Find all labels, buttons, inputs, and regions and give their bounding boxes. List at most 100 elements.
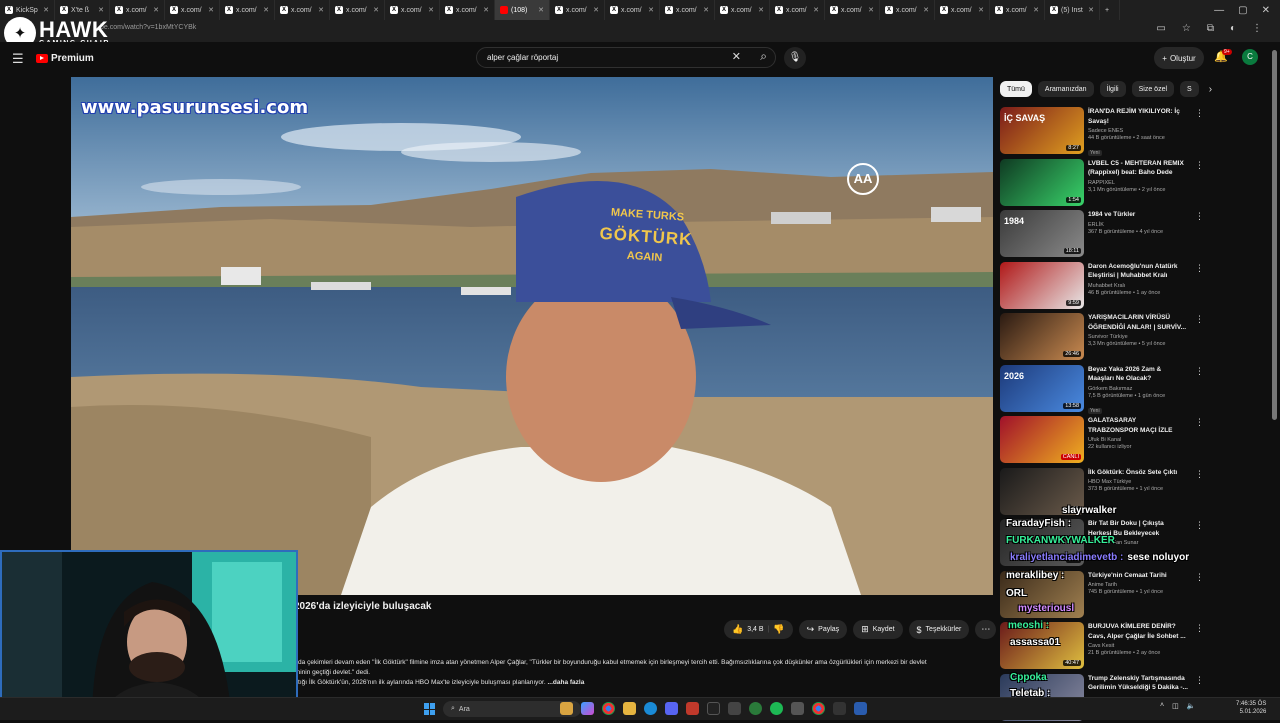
chrome-icon[interactable] <box>602 702 615 715</box>
video-thumbnail[interactable]: CANLI <box>1000 416 1084 463</box>
browser-tab[interactable]: Xx.com/✕ <box>605 0 660 20</box>
more-actions-button[interactable]: ⋯ <box>975 620 996 639</box>
more-options-icon[interactable]: ⋮ <box>1195 263 1204 274</box>
recommended-video[interactable]: 198418:111984 ve TürklerERLİK367 B görün… <box>1000 208 1210 260</box>
create-button[interactable]: + Oluştur <box>1154 47 1204 69</box>
video-thumbnail[interactable]: İÇ SAVAŞ8:27 <box>1000 107 1084 154</box>
bookmark-star-icon[interactable]: ☆ <box>1182 23 1191 34</box>
browser-tab[interactable]: Xx.com/✕ <box>935 0 990 20</box>
app-icon[interactable] <box>686 702 699 715</box>
channel-name[interactable]: ERLİK <box>1088 222 1188 228</box>
show-more-link[interactable]: ...daha fazla <box>547 679 584 686</box>
search-box[interactable]: alper çağlar röportaj ✕ ⌕ <box>476 47 776 68</box>
close-tab-icon[interactable]: ✕ <box>263 6 269 14</box>
video-thumbnail[interactable]: 198418:11 <box>1000 210 1084 257</box>
video-title[interactable]: Daron Acemoğlu'nun Atatürk Eleştirisi | … <box>1088 262 1188 281</box>
close-tab-icon[interactable]: ✕ <box>868 6 874 14</box>
close-tab-icon[interactable]: ✕ <box>648 6 654 14</box>
windows-start-icon[interactable] <box>424 703 436 715</box>
copilot-icon[interactable] <box>581 702 594 715</box>
browser-tab[interactable]: Xx.com/✕ <box>660 0 715 20</box>
system-clock[interactable]: 7:46:35 ÖS 5.01.2026 <box>1236 700 1266 716</box>
recommended-video[interactable]: 9:59Daron Acemoğlu'nun Atatürk Eleştiris… <box>1000 260 1210 312</box>
browser-tab[interactable]: Xx.com/✕ <box>275 0 330 20</box>
close-tab-icon[interactable]: ✕ <box>208 6 214 14</box>
video-thumbnail[interactable]: 202613:58 <box>1000 365 1084 412</box>
video-title[interactable]: BURJUVA KİMLERE DENİR? Cavs, Alper Çağla… <box>1088 622 1188 641</box>
recommended-video[interactable]: İÇ SAVAŞ8:27İRAN'DA REJİM YIKILIYOR: İç … <box>1000 105 1210 157</box>
browser-tab[interactable]: X(5) Inst✕ <box>1045 0 1100 20</box>
save-button[interactable]: ⊞ Kaydet <box>853 620 902 639</box>
browser-tab[interactable]: Xx.com/✕ <box>440 0 495 20</box>
more-options-icon[interactable]: ⋮ <box>1195 520 1204 531</box>
video-title[interactable]: 1984 ve Türkler <box>1088 210 1188 220</box>
user-avatar[interactable]: C <box>1242 49 1258 65</box>
extensions-icon[interactable]: ⧉ <box>1207 23 1214 34</box>
close-tab-icon[interactable]: ✕ <box>98 6 104 14</box>
app-icon[interactable] <box>560 702 573 715</box>
chevron-right-icon[interactable]: › <box>1209 84 1212 95</box>
share-button[interactable]: ↪ Paylaş <box>799 620 848 639</box>
app-icon[interactable] <box>707 702 720 715</box>
video-description[interactable]: k da çekimleri devam eden "İlk Göktürk" … <box>293 658 993 688</box>
maximize-icon[interactable]: ▢ <box>1238 5 1247 16</box>
video-title[interactable]: İlk Göktürk: Önsöz Sete Çıktı <box>1088 468 1188 478</box>
browser-tab[interactable]: Xx.com/✕ <box>110 0 165 20</box>
app-icon[interactable] <box>833 702 846 715</box>
browser-tab[interactable]: Xx.com/✕ <box>220 0 275 20</box>
filter-chip[interactable]: Aramanızdan <box>1038 81 1094 97</box>
filter-chip[interactable]: S <box>1180 81 1199 97</box>
minimize-icon[interactable]: — <box>1214 5 1224 16</box>
chrome-icon[interactable] <box>812 702 825 715</box>
hamburger-menu-icon[interactable]: ☰ <box>12 51 24 67</box>
video-thumbnail[interactable]: 26:46 <box>1000 313 1084 360</box>
more-options-icon[interactable]: ⋮ <box>1195 366 1204 377</box>
channel-name[interactable]: Cavs Kesit <box>1088 643 1188 649</box>
close-tab-icon[interactable]: ✕ <box>483 6 489 14</box>
app-icon[interactable] <box>749 702 762 715</box>
browser-tab[interactable]: Xx.com/✕ <box>990 0 1045 20</box>
close-tab-icon[interactable]: ✕ <box>758 6 764 14</box>
close-tab-icon[interactable]: ✕ <box>923 6 929 14</box>
close-window-icon[interactable]: ✕ <box>1262 5 1270 16</box>
close-tab-icon[interactable]: ✕ <box>538 6 544 14</box>
browser-tab[interactable]: Xx.com/✕ <box>825 0 880 20</box>
recommended-video[interactable]: 26:46YARIŞMACILARIN VİRÜSÜ ÖĞRENDİĞİ ANL… <box>1000 311 1210 363</box>
more-options-icon[interactable]: ⋮ <box>1195 417 1204 428</box>
channel-name[interactable]: HBO Max Türkiye <box>1088 479 1188 485</box>
discord-icon[interactable] <box>665 702 678 715</box>
browser-tab[interactable]: Xx.com/✕ <box>770 0 825 20</box>
channel-name[interactable]: Anime Tarih <box>1088 582 1188 588</box>
youtube-logo[interactable]: Premium <box>36 53 94 64</box>
video-title[interactable]: Trump Zelenskiy Tartışmasında Gerilimin … <box>1088 674 1188 693</box>
more-options-icon[interactable]: ⋮ <box>1195 160 1204 171</box>
more-options-icon[interactable]: ⋮ <box>1195 469 1204 480</box>
volume-icon[interactable]: 🔈 <box>1187 702 1196 710</box>
app-icon[interactable] <box>791 702 804 715</box>
channel-name[interactable]: Sadece ENES <box>1088 128 1188 134</box>
browser-tab[interactable]: Xx.com/✕ <box>715 0 770 20</box>
search-input[interactable]: alper çağlar röportaj <box>487 53 558 62</box>
more-options-icon[interactable]: ⋮ <box>1195 211 1204 222</box>
browser-tab[interactable]: Xx.com/✕ <box>550 0 605 20</box>
edge-icon[interactable] <box>644 702 657 715</box>
filter-chip[interactable]: İlgili <box>1100 81 1126 97</box>
channel-name[interactable]: Survivor Türkiye <box>1088 334 1188 340</box>
more-options-icon[interactable]: ⋮ <box>1195 572 1204 583</box>
filter-chip[interactable]: Tümü <box>1000 81 1032 97</box>
close-tab-icon[interactable]: ✕ <box>1088 6 1094 14</box>
close-tab-icon[interactable]: ✕ <box>428 6 434 14</box>
thumbs-down-icon[interactable]: 👎 <box>773 624 784 635</box>
thanks-button[interactable]: $ Teşekkürler <box>909 620 970 639</box>
close-tab-icon[interactable]: ✕ <box>318 6 324 14</box>
video-thumbnail[interactable]: 1:54 <box>1000 159 1084 206</box>
channel-name[interactable]: Görkem Bakırmaz <box>1088 386 1188 392</box>
network-icon[interactable]: ◫ <box>1172 702 1179 710</box>
close-tab-icon[interactable]: ✕ <box>978 6 984 14</box>
recommended-video[interactable]: 1:54LVBEL C5 - MEHTERAN REMIX (Rappixel)… <box>1000 157 1210 209</box>
browser-tab[interactable]: Xx.com/✕ <box>880 0 935 20</box>
video-title[interactable]: Beyaz Yaka 2026 Zam & Maaşları Ne Olacak… <box>1088 365 1188 384</box>
video-title[interactable]: Türkiye'nin Cemaat Tarihi <box>1088 571 1188 581</box>
search-icon[interactable]: ⌕ <box>760 49 767 64</box>
like-button[interactable]: 👍 3,4 B | 👎 <box>724 620 793 639</box>
